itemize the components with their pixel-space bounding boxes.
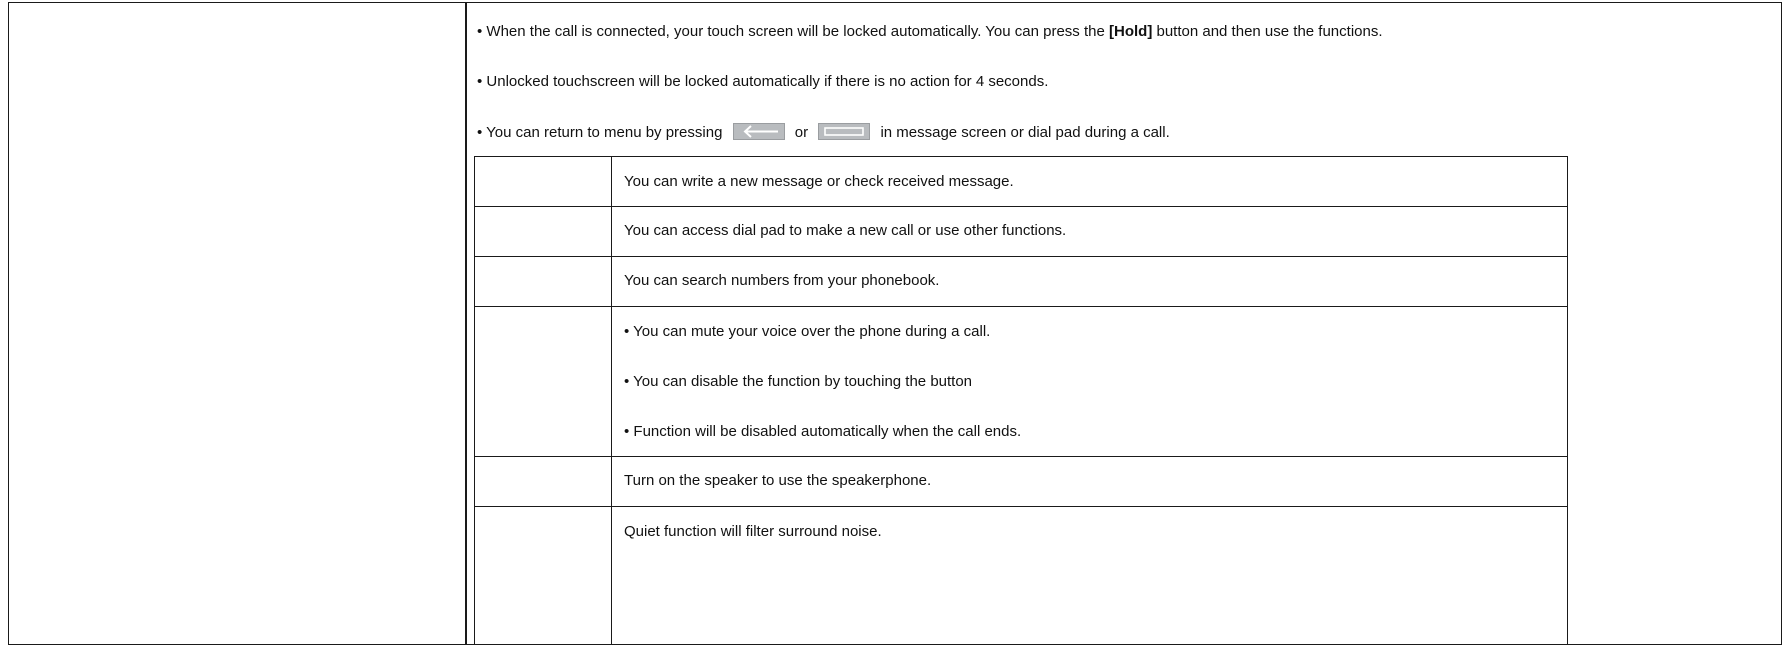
back-arrow-button-icon — [732, 122, 785, 140]
quiet-function-icon — [475, 507, 612, 644]
phonebook-function-icon — [475, 257, 612, 306]
note-call-lock: • When the call is connected, your touch… — [477, 22, 1383, 42]
function-description: • Function will be disabled automaticall… — [624, 423, 1022, 440]
function-row-message: You can write a new message or check rec… — [475, 157, 1567, 207]
note-return-menu-text: • You can return to menu by pressing — [477, 124, 723, 141]
speaker-function-icon — [475, 457, 612, 506]
mute-function-icon — [475, 307, 612, 456]
function-description: You can search numbers from your phonebo… — [624, 272, 940, 289]
function-description: Quiet function will filter surround nois… — [624, 523, 882, 540]
function-desc-cell: You can search numbers from your phonebo… — [612, 257, 1567, 306]
function-desc-cell: • You can mute your voice over the phone… — [612, 307, 1567, 456]
dialpad-function-icon — [475, 207, 612, 256]
note-call-lock-suffix: button and then use the functions. — [1152, 23, 1383, 40]
function-desc-cell: Turn on the speaker to use the speakerph… — [612, 457, 1567, 506]
functions-table: You can write a new message or check rec… — [474, 156, 1568, 645]
manual-table: • When the call is connected, your touch… — [8, 2, 1782, 645]
function-row-speaker: Turn on the speaker to use the speakerph… — [475, 457, 1567, 507]
function-description: • You can disable the function by touchi… — [624, 373, 973, 390]
note-return-menu: • You can return to menu by pressing or … — [477, 122, 1170, 143]
menu-bar-button-icon — [818, 122, 871, 140]
function-description: • You can mute your voice over the phone… — [624, 323, 991, 340]
function-description: Turn on the speaker to use the speakerph… — [624, 472, 932, 489]
function-row-quiet: Quiet function will filter surround nois… — [475, 507, 1567, 644]
note-return-menu-suffix: in message screen or dial pad during a c… — [880, 124, 1170, 141]
function-desc-cell: You can access dial pad to make a new ca… — [612, 207, 1567, 256]
function-row-dialpad: You can access dial pad to make a new ca… — [475, 207, 1567, 257]
hold-button-label: [Hold] — [1109, 23, 1153, 40]
function-row-mute: • You can mute your voice over the phone… — [475, 307, 1567, 457]
note-call-lock-text: • When the call is connected, your touch… — [477, 23, 1109, 40]
function-desc-cell: You can write a new message or check rec… — [612, 157, 1567, 206]
function-description: You can access dial pad to make a new ca… — [624, 222, 1067, 239]
function-description: You can write a new message or check rec… — [624, 173, 1014, 190]
left-image-cell — [9, 3, 467, 644]
function-row-phonebook: You can search numbers from your phonebo… — [475, 257, 1567, 307]
notes-cell: • When the call is connected, your touch… — [467, 3, 1781, 645]
note-return-menu-or: or — [794, 124, 809, 141]
message-function-icon — [475, 157, 612, 206]
function-desc-cell: Quiet function will filter surround nois… — [612, 507, 1567, 644]
note-auto-lock: • Unlocked touchscreen will be locked au… — [477, 73, 1049, 90]
